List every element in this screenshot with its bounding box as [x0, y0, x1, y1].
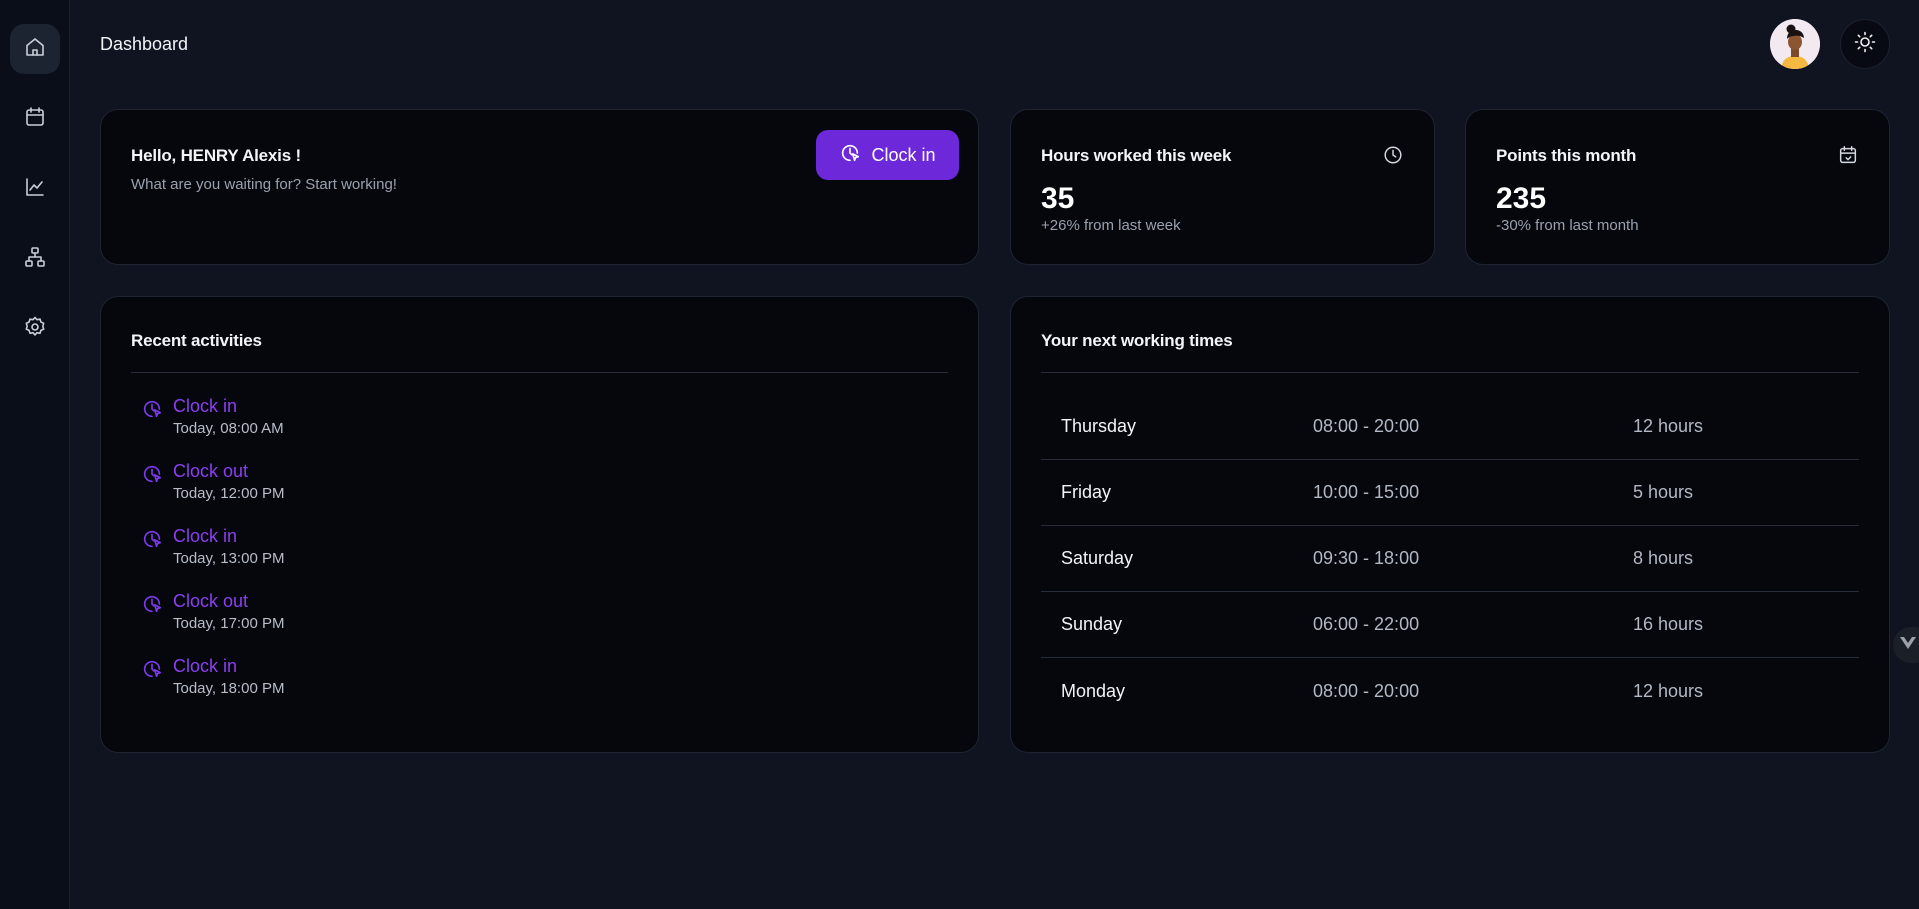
- hours-value: 35: [1041, 182, 1075, 215]
- points-card: Points this month 235 -30% from last mon…: [1465, 109, 1890, 265]
- clock-in-button[interactable]: Clock in: [816, 130, 959, 180]
- sidebar-item-teams[interactable]: [10, 234, 60, 284]
- recent-activities-card: Recent activities Clock in Today, 08:00 …: [100, 296, 979, 753]
- schedule-day: Saturday: [1061, 548, 1134, 568]
- schedule-hours: 8 hours: [1633, 548, 1694, 568]
- activity-time: Today, 08:00 AM: [173, 420, 284, 437]
- activity-time: Today, 12:00 PM: [173, 485, 285, 502]
- clock-icon: [1382, 144, 1404, 166]
- schedule-hours: 12 hours: [1633, 680, 1704, 701]
- schedule-day: Monday: [1061, 680, 1126, 701]
- activity-label: Clock out: [173, 591, 249, 611]
- page-title: Dashboard: [100, 34, 189, 54]
- calendar-icon: [23, 105, 47, 134]
- list-item[interactable]: Clock out Today, 12:00 PM: [141, 461, 284, 511]
- calendar-check-icon: [1837, 144, 1859, 166]
- clock-in-icon: [141, 528, 163, 550]
- activity-time: Today, 13:00 PM: [173, 550, 285, 567]
- activities-title: Recent activities: [131, 331, 262, 350]
- table-row: Sunday 06:00 - 22:00 16 hours: [1041, 592, 1859, 658]
- activity-label: Clock in: [173, 526, 238, 546]
- schedule-day: Thursday: [1061, 416, 1137, 436]
- activity-time: Today, 18:00 PM: [173, 680, 285, 697]
- theme-toggle-button[interactable]: [1840, 19, 1890, 69]
- list-item[interactable]: Clock out Today, 17:00 PM: [141, 591, 284, 641]
- points-value: 235: [1496, 182, 1547, 215]
- schedule-range: 08:00 - 20:00: [1313, 680, 1420, 701]
- clock-in-icon: [141, 658, 163, 680]
- list-item[interactable]: Clock in Today, 08:00 AM: [141, 396, 284, 446]
- list-item[interactable]: Clock in Today, 13:00 PM: [141, 526, 284, 576]
- schedule-hours: 16 hours: [1633, 614, 1704, 634]
- points-change: -30% from last month: [1496, 217, 1639, 234]
- schedule-range: 10:00 - 15:00: [1313, 482, 1420, 502]
- activity-label: Clock out: [173, 461, 249, 481]
- greeting: Hello, HENRY Alexis !: [131, 146, 301, 165]
- divider: [1041, 372, 1859, 373]
- sun-icon: [1853, 30, 1877, 59]
- schedule-range: 06:00 - 22:00: [1313, 614, 1420, 634]
- activity-label: Clock in: [173, 656, 238, 676]
- devtools-tab[interactable]: [1893, 627, 1919, 663]
- home-icon: [23, 35, 47, 64]
- clock-in-label: Clock in: [871, 144, 936, 165]
- sidebar-item-stats[interactable]: [10, 164, 60, 214]
- sidebar-item-calendar[interactable]: [10, 94, 60, 144]
- clock-out-icon: [141, 463, 163, 485]
- sidebar: [0, 0, 70, 909]
- sidebar-item-home[interactable]: [10, 24, 60, 74]
- user-avatar-icon: [1770, 19, 1820, 69]
- clock-out-icon: [141, 593, 163, 615]
- table-row: Friday 10:00 - 15:00 5 hours: [1041, 460, 1859, 526]
- points-title: Points this month: [1496, 146, 1637, 165]
- clock-in-icon: [141, 398, 163, 420]
- avatar[interactable]: [1770, 19, 1820, 69]
- table-row: Thursday 08:00 - 20:00 12 hours: [1041, 394, 1859, 460]
- list-item[interactable]: Clock in Today, 18:00 PM: [141, 656, 284, 706]
- schedule-title: Your next working times: [1041, 331, 1233, 350]
- activity-label: Clock in: [173, 396, 238, 416]
- schedule-range: 08:00 - 20:00: [1313, 416, 1420, 436]
- hours-title: Hours worked this week: [1041, 146, 1232, 165]
- divider: [131, 372, 948, 373]
- table-row: Saturday 09:30 - 18:00 8 hours: [1041, 526, 1859, 592]
- org-chart-icon: [23, 245, 47, 274]
- working-times-card: Your next working times Thursday 08:00 -…: [1010, 296, 1890, 753]
- gear-icon: [23, 315, 47, 344]
- chart-line-icon: [23, 175, 47, 204]
- schedule-day: Sunday: [1061, 614, 1123, 634]
- chevron-down-icon: [1899, 635, 1917, 656]
- hours-change: +26% from last week: [1041, 217, 1181, 234]
- welcome-card: Hello, HENRY Alexis ! What are you waiti…: [100, 109, 979, 265]
- schedule-hours: 12 hours: [1633, 416, 1704, 436]
- activity-time: Today, 17:00 PM: [173, 615, 285, 632]
- hours-worked-card: Hours worked this week 35 +26% from last…: [1010, 109, 1435, 265]
- welcome-subtitle: What are you waiting for? Start working!: [131, 176, 397, 193]
- clock-in-icon: [839, 142, 861, 169]
- schedule-hours: 5 hours: [1633, 482, 1694, 502]
- schedule-day: Friday: [1061, 482, 1112, 502]
- table-row: Monday 08:00 - 20:00 12 hours: [1041, 658, 1859, 724]
- sidebar-item-settings[interactable]: [10, 304, 60, 354]
- schedule-range: 09:30 - 18:00: [1313, 548, 1420, 568]
